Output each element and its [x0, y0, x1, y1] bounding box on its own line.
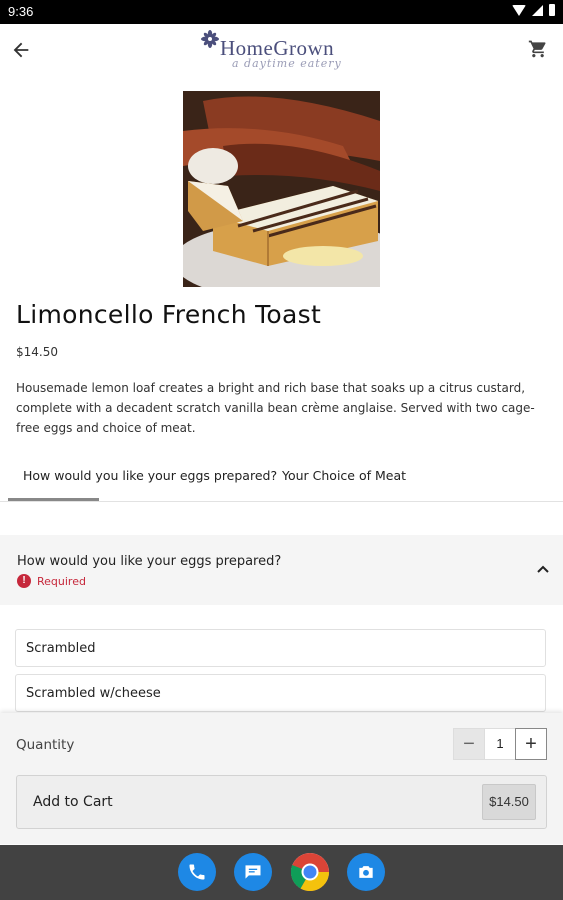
increase-quantity-button[interactable]: +: [515, 728, 547, 760]
battery-icon: [549, 4, 555, 16]
flower-logo-icon: [201, 30, 219, 48]
add-to-cart-price: $14.50: [482, 784, 536, 820]
active-tab-indicator: [8, 498, 99, 501]
option-item[interactable]: Scrambled: [15, 629, 546, 667]
required-alert-icon: !: [17, 574, 31, 588]
chrome-icon: [291, 853, 329, 891]
add-to-cart-label: Add to Cart: [33, 794, 113, 810]
add-to-cart-button[interactable]: Add to Cart $14.50: [16, 775, 547, 829]
item-description: Housemade lemon loaf creates a bright an…: [16, 381, 535, 435]
required-label: Required: [37, 574, 86, 588]
quantity-stepper: − 1 +: [453, 728, 547, 760]
modifier-tabs: How would you like your eggs prepared? Y…: [0, 455, 563, 502]
phone-app[interactable]: [178, 853, 216, 891]
messages-app[interactable]: [234, 853, 272, 891]
item-price: $14.50: [16, 345, 58, 359]
option-label: Scrambled w/cheese: [26, 686, 161, 701]
wifi-icon: [512, 4, 526, 16]
signal-icon: [532, 4, 543, 16]
phone-icon: [189, 864, 205, 880]
quantity-label: Quantity: [16, 737, 75, 753]
chrome-app[interactable]: [291, 853, 329, 891]
chevron-up-icon[interactable]: [536, 563, 550, 577]
app-dock: [0, 845, 563, 900]
item-title: Limoncello French Toast: [16, 300, 322, 329]
quantity-value: 1: [485, 728, 515, 760]
logo-tagline: a daytime eatery: [232, 57, 342, 70]
decrease-quantity-button[interactable]: −: [453, 728, 485, 760]
tab-eggs[interactable]: How would you like your eggs prepared?: [23, 468, 277, 483]
messages-icon: [245, 865, 261, 879]
arrow-back-icon: [13, 42, 29, 58]
camera-app[interactable]: [347, 853, 385, 891]
back-button[interactable]: [6, 35, 36, 65]
status-icons: [512, 4, 555, 16]
logo: HomeGrown a daytime eatery: [198, 27, 368, 75]
camera-icon: [359, 866, 373, 878]
shopping-cart-icon: [528, 40, 546, 58]
status-bar: 9:36: [0, 0, 563, 24]
french-toast-photo: [183, 91, 380, 287]
app-bar: HomeGrown a daytime eatery: [0, 24, 563, 78]
required-indicator: ! Required: [17, 574, 86, 588]
item-image: [183, 91, 380, 287]
tab-meat[interactable]: Your Choice of Meat: [282, 468, 406, 483]
option-item[interactable]: Scrambled w/cheese: [15, 674, 546, 712]
order-panel: Quantity − 1 + Add to Cart $14.50: [0, 713, 563, 844]
modifier-group-header[interactable]: How would you like your eggs prepared? !…: [0, 535, 563, 605]
modifier-group-title: How would you like your eggs prepared?: [17, 554, 282, 569]
cart-button[interactable]: [525, 36, 551, 62]
status-time: 9:36: [8, 4, 34, 19]
option-label: Scrambled: [26, 641, 96, 656]
